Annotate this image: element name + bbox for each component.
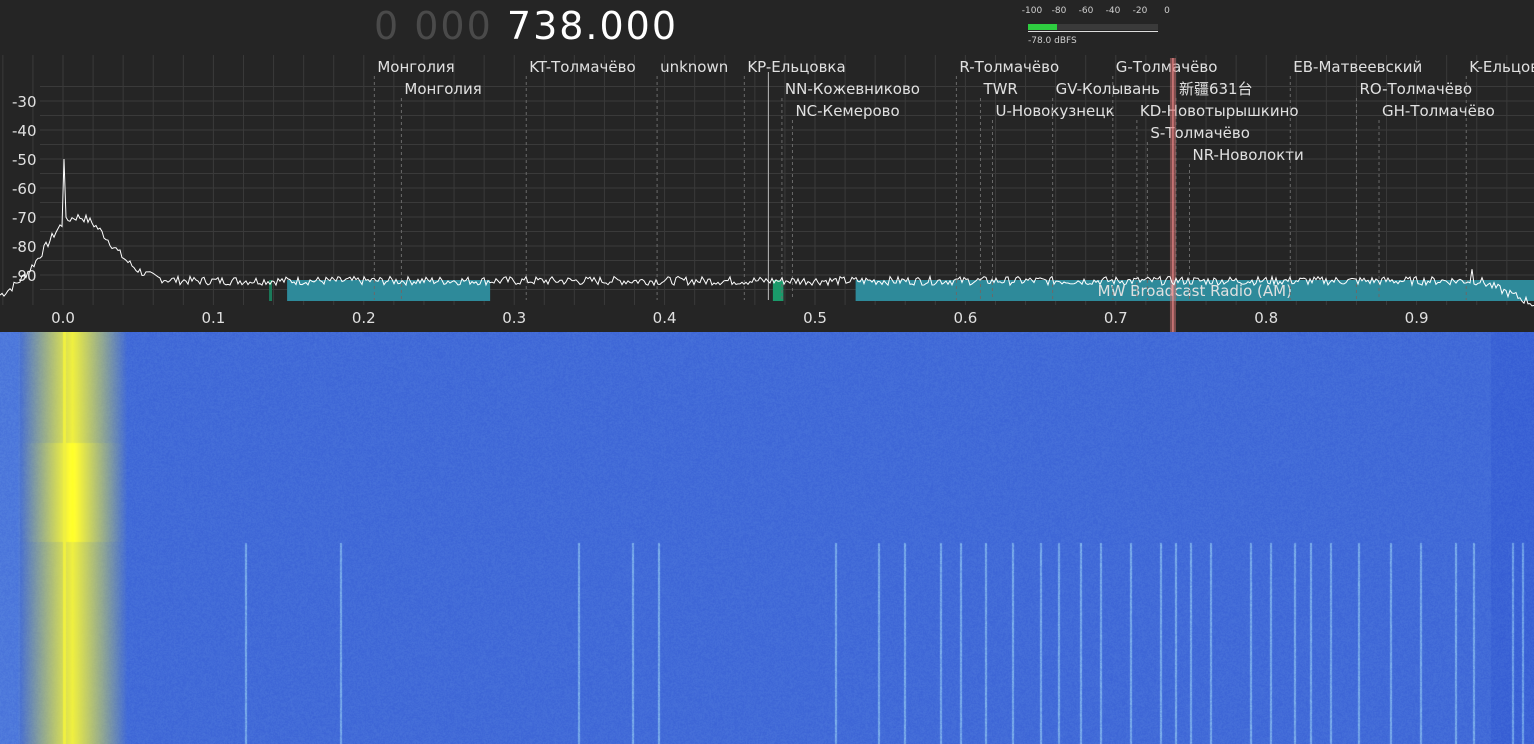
station-label[interactable]: KT-Толмачёво	[529, 58, 635, 76]
station-label[interactable]: R-Толмачёво	[959, 58, 1059, 76]
station-label[interactable]: GH-Толмачёво	[1382, 102, 1495, 120]
y-axis-label: -80	[12, 238, 37, 256]
x-axis-label: 0.5	[803, 309, 827, 327]
x-axis-label: 0.3	[502, 309, 526, 327]
y-axis-label: -70	[12, 209, 37, 227]
station-label[interactable]: EB-Матвеевский	[1293, 58, 1422, 76]
station-label[interactable]: GV-Колывань	[1056, 80, 1160, 98]
x-axis-label: 0.1	[201, 309, 225, 327]
station-label[interactable]: Монголия	[404, 80, 481, 98]
x-axis-label: 0.0	[51, 309, 75, 327]
y-axis-label: -90	[12, 267, 37, 285]
station-label[interactable]: G-Толмачёво	[1116, 58, 1218, 76]
y-axis-label: -30	[12, 93, 37, 111]
station-label[interactable]: 新疆631台	[1179, 80, 1253, 98]
band-marker[interactable]	[287, 280, 490, 301]
spectrum-plot[interactable]: MW Broadcast Radio (AM) -30 -40 -50 -60 -70 -8…	[0, 0, 1534, 332]
station-label[interactable]: TWR	[982, 80, 1017, 98]
station-label[interactable]: S-Толмачёво	[1150, 124, 1249, 142]
station-label[interactable]: K-Ельцов	[1469, 58, 1534, 76]
x-axis-label: 0.7	[1104, 309, 1128, 327]
station-label[interactable]: KD-Новотырышкино	[1140, 102, 1299, 120]
station-label[interactable]: NN-Кожевниково	[785, 80, 920, 98]
x-axis-label: 0.4	[653, 309, 677, 327]
y-axis-label: -50	[12, 151, 37, 169]
spectrum-panel[interactable]: 0 000 738.000 -100 -80 -60 -40 -20 0 -78.0 dB…	[0, 0, 1534, 332]
waterfall-display[interactable]	[0, 332, 1534, 744]
station-label[interactable]: Монголия	[377, 58, 454, 76]
station-label[interactable]: KP-Ельцовка	[747, 58, 845, 76]
station-label[interactable]: NR-Новолокти	[1193, 146, 1304, 164]
y-axis-label: -60	[12, 180, 37, 198]
x-axis-label: 0.6	[953, 309, 977, 327]
y-axis-label: -40	[12, 122, 37, 140]
band-label: MW Broadcast Radio (AM)	[1098, 282, 1292, 300]
station-label[interactable]: NC-Кемерово	[795, 102, 899, 120]
station-label[interactable]: U-Новокузнецк	[995, 102, 1114, 120]
x-axis-label: 0.8	[1254, 309, 1278, 327]
x-axis-label: 0.2	[352, 309, 376, 327]
x-axis-label: 0.9	[1405, 309, 1429, 327]
station-label[interactable]: unknown	[660, 58, 728, 76]
station-label[interactable]: RO-Толмачёво	[1359, 80, 1472, 98]
